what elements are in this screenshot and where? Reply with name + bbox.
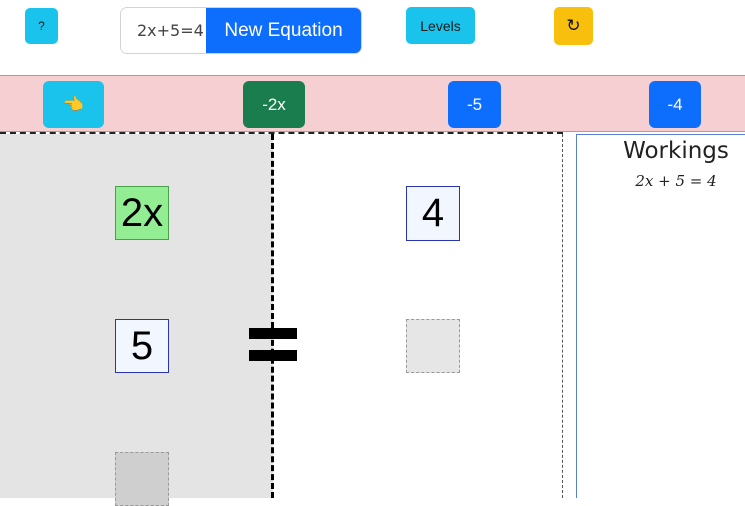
subtract-4-button[interactable]: -4	[649, 81, 701, 128]
term-tile-5[interactable]: 5	[115, 319, 169, 373]
subtract-5-button[interactable]: -5	[448, 81, 501, 128]
empty-slot-right[interactable]	[406, 319, 460, 373]
term-label: 4	[421, 191, 445, 235]
workings-title: Workings	[623, 138, 729, 164]
help-button[interactable]: ?	[25, 8, 58, 44]
reset-button[interactable]: ↻	[554, 7, 593, 45]
new-equation-button[interactable]: New Equation	[206, 8, 361, 53]
refresh-icon: ↻	[566, 16, 581, 35]
levels-button[interactable]: Levels	[406, 7, 475, 44]
operation-label: -2x	[262, 94, 286, 114]
term-label: 5	[130, 323, 154, 368]
equation-input[interactable]	[121, 8, 206, 53]
operation-label: -4	[667, 94, 683, 114]
equals-bar-bottom	[249, 349, 297, 361]
operations-bar	[0, 75, 745, 132]
equation-input-group: New Equation	[120, 7, 362, 54]
equals-sign	[249, 318, 297, 370]
board-top-divider	[0, 132, 563, 134]
term-label: 2x	[120, 190, 164, 235]
new-equation-label: New Equation	[224, 19, 343, 41]
equals-divider	[271, 134, 274, 498]
pointing-hand-icon: 👈	[62, 94, 85, 114]
levels-label: Levels	[420, 17, 461, 34]
pointer-tool-button[interactable]: 👈	[43, 81, 104, 128]
operation-label: -5	[466, 94, 483, 114]
term-tile-2x[interactable]: 2x	[115, 186, 169, 240]
workings-line: 2x + 5 = 4	[635, 172, 717, 190]
subtract-2x-button[interactable]: -2x	[243, 81, 305, 128]
term-tile-4[interactable]: 4	[406, 186, 460, 241]
equals-bar-top	[249, 327, 297, 339]
help-button-label: ?	[38, 19, 45, 33]
board-right-divider	[562, 134, 563, 498]
